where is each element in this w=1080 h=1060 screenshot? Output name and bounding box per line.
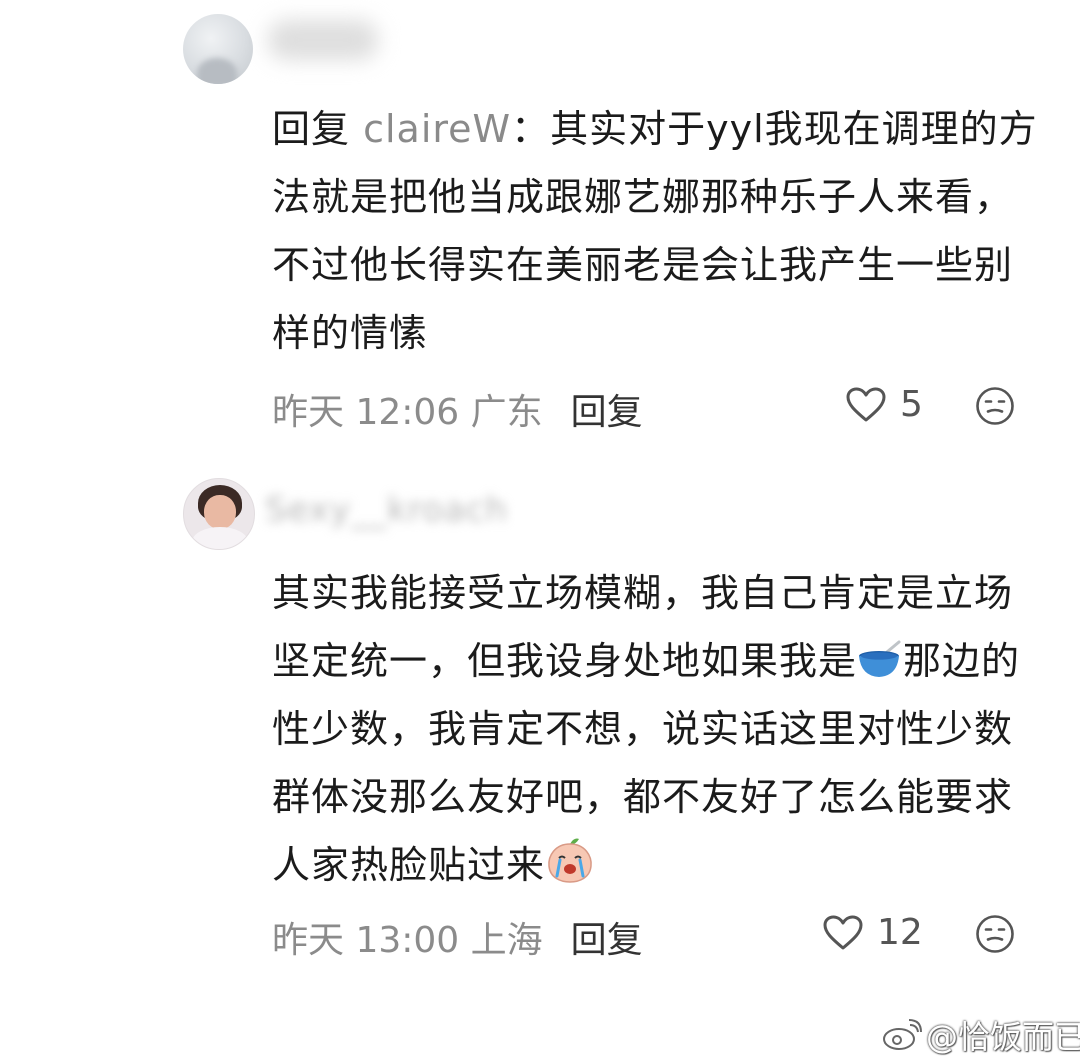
comment-meta: 昨天 13:00 上海 回复 — [272, 911, 643, 963]
avatar-body — [192, 527, 248, 549]
comment-time-location: 昨天 13:00 上海 — [272, 920, 543, 961]
watermark: @恰饭而已 — [882, 1012, 1080, 1058]
watermark-text: @恰饭而已 — [926, 1018, 1080, 1056]
comment-text: 其实我能接受立场模糊，我自己肯定是立场坚定统一，但我设身处地如果我是 那边的性少… — [272, 559, 1042, 899]
username-blurred[interactable]: Sexy__kroach — [265, 490, 508, 530]
comment-meta: 昨天 12:06 广东 回复 — [272, 383, 643, 435]
like-count: 12 — [877, 912, 923, 953]
heart-outline-icon — [846, 387, 886, 421]
meh-face-icon[interactable] — [975, 386, 1015, 426]
reply-prefix: 回复 — [272, 107, 364, 151]
comment-text: 回复 claireW：其实对于yyl我现在调理的方法就是把他当成跟娜艺娜那种乐子… — [272, 95, 1042, 367]
mention-username[interactable]: claireW — [363, 107, 511, 151]
avatar[interactable] — [183, 478, 255, 550]
avatar-image — [197, 58, 237, 84]
comment-time-location: 昨天 12:06 广东 — [272, 392, 543, 433]
like-button[interactable]: 12 — [823, 912, 923, 953]
like-count: 5 — [900, 384, 923, 425]
reply-button[interactable]: 回复 — [571, 920, 643, 961]
heart-outline-icon — [823, 915, 863, 949]
avatar[interactable] — [183, 14, 253, 84]
reply-button[interactable]: 回复 — [571, 392, 643, 433]
weibo-logo-icon — [883, 1019, 922, 1050]
crying-peach-emoji — [548, 838, 592, 883]
bowl-emoji — [859, 640, 901, 677]
username-blurred — [268, 20, 378, 60]
meh-face-icon[interactable] — [975, 914, 1015, 954]
like-button[interactable]: 5 — [846, 384, 923, 425]
avatar-face — [204, 495, 236, 529]
